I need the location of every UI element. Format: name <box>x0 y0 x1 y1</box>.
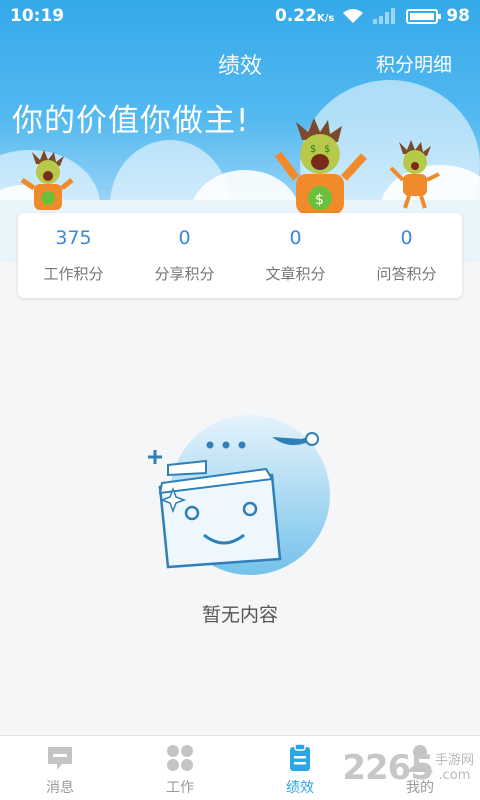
empty-state-text: 暂无内容 <box>201 604 278 626</box>
nav-item-messages[interactable]: 消息 <box>0 736 120 800</box>
stat-article-points[interactable]: 0 文章积分 <box>240 213 351 298</box>
status-bar: 10:19 0.22K/s 98 <box>0 0 480 32</box>
svg-text:$: $ <box>324 144 330 155</box>
message-icon <box>48 747 72 770</box>
svg-text:$: $ <box>315 192 324 208</box>
mascot-left-icon <box>20 150 74 210</box>
stat-label: 分享积分 <box>154 265 215 283</box>
status-time: 10:19 <box>10 6 65 26</box>
clipboard-icon <box>290 743 310 771</box>
grid-icon <box>167 745 193 771</box>
mascot-center-icon: $ $ $ <box>274 118 367 214</box>
points-summary-card: 375 工作积分 0 分享积分 0 文章积分 0 问答积分 <box>18 213 462 298</box>
stat-value: 375 <box>55 227 92 249</box>
slogan-text: 你的价值你做主! <box>12 103 250 139</box>
svg-text:$: $ <box>310 144 316 155</box>
watermark-number: 2265 <box>342 748 434 788</box>
watermark-text: 手游网 .com <box>434 753 474 783</box>
signal-icon <box>373 8 396 24</box>
nav-label: 工作 <box>166 780 194 796</box>
nav-label: 消息 <box>46 780 74 796</box>
stat-share-points[interactable]: 0 分享积分 <box>129 213 240 298</box>
wifi-icon <box>343 9 364 23</box>
watermark: 2265 手游网 .com <box>342 748 474 788</box>
stat-value: 0 <box>400 227 413 249</box>
mascot-right-icon <box>389 140 440 209</box>
stat-label: 工作积分 <box>43 265 104 283</box>
empty-folder-icon <box>148 415 330 575</box>
stat-qa-points[interactable]: 0 问答积分 <box>351 213 462 298</box>
battery-level: 98 <box>446 6 470 26</box>
points-detail-link[interactable]: 积分明细 <box>376 50 452 77</box>
nav-item-work[interactable]: 工作 <box>120 736 240 800</box>
stat-work-points[interactable]: 375 工作积分 <box>18 213 129 298</box>
nav-label: 绩效 <box>286 780 314 796</box>
battery-icon <box>406 8 442 24</box>
network-speed: 0.22K/s <box>275 6 335 26</box>
stat-label: 文章积分 <box>265 265 326 283</box>
stat-value: 0 <box>178 227 191 249</box>
stat-label: 问答积分 <box>376 265 437 283</box>
top-bar: 绩效 积分明细 <box>0 40 480 84</box>
stat-value: 0 <box>289 227 302 249</box>
